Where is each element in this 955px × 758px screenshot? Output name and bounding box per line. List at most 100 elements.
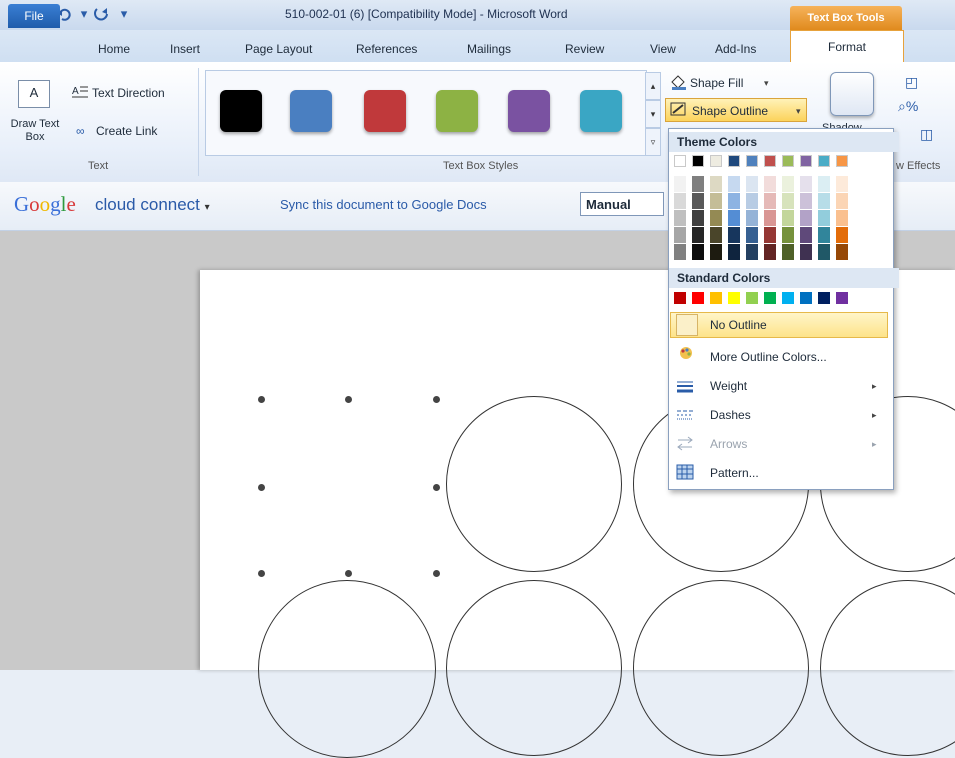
theme-color-shade-cell[interactable] (818, 210, 830, 226)
shadow-effects-button[interactable] (830, 72, 874, 116)
shape-fill-button[interactable]: Shape Fill (690, 76, 743, 90)
theme-color-shade-cell[interactable] (800, 210, 812, 226)
dot-marker[interactable] (433, 484, 440, 491)
tab-mailings[interactable]: Mailings (467, 42, 511, 56)
theme-color-shade-cell[interactable] (710, 176, 722, 192)
theme-color-shade-cell[interactable] (674, 193, 686, 209)
dot-marker[interactable] (258, 396, 265, 403)
theme-color-shade-cell[interactable] (710, 193, 722, 209)
theme-color-shade-cell[interactable] (800, 193, 812, 209)
theme-color-shade-cell[interactable] (764, 176, 776, 192)
dot-marker[interactable] (433, 570, 440, 577)
nudge-up-icon[interactable]: ◰ (905, 74, 918, 91)
theme-color-shade-cell[interactable] (728, 210, 740, 226)
tab-file[interactable]: File (8, 4, 60, 28)
theme-color-shade-cell[interactable] (710, 244, 722, 260)
standard-color-cell[interactable] (692, 292, 704, 304)
theme-color-shade-cell[interactable] (710, 210, 722, 226)
standard-color-cell[interactable] (764, 292, 776, 304)
theme-color-shade-cell[interactable] (764, 244, 776, 260)
theme-color-cell[interactable] (728, 155, 740, 167)
theme-color-shade-cell[interactable] (782, 227, 794, 243)
theme-color-shade-cell[interactable] (836, 210, 848, 226)
theme-color-shade-cell[interactable] (728, 176, 740, 192)
text-box-style-swatch[interactable] (436, 90, 478, 132)
redo-icon[interactable] (92, 4, 112, 24)
shape-fill-dropdown-icon[interactable]: ▾ (764, 78, 769, 89)
theme-color-shade-cell[interactable] (764, 227, 776, 243)
theme-color-shade-cell[interactable] (746, 244, 758, 260)
theme-color-cell[interactable] (782, 155, 794, 167)
theme-color-shade-cell[interactable] (782, 176, 794, 192)
theme-color-cell[interactable] (818, 155, 830, 167)
theme-color-shade-cell[interactable] (836, 227, 848, 243)
text-direction-button[interactable]: Text Direction (92, 86, 165, 100)
dashes-item[interactable] (670, 402, 888, 426)
circle-shape[interactable] (633, 580, 809, 756)
dot-marker[interactable] (345, 570, 352, 577)
dot-marker[interactable] (258, 570, 265, 577)
theme-color-shade-cell[interactable] (728, 193, 740, 209)
theme-color-shade-cell[interactable] (782, 210, 794, 226)
theme-color-shade-cell[interactable] (746, 210, 758, 226)
draw-text-box-button[interactable]: Draw Text Box (8, 118, 62, 144)
theme-color-shade-cell[interactable] (836, 244, 848, 260)
dot-marker[interactable] (345, 396, 352, 403)
tab-references[interactable]: References (356, 42, 417, 56)
draw-text-box-icon[interactable]: A (18, 80, 50, 108)
theme-color-shade-cell[interactable] (800, 227, 812, 243)
theme-color-shade-cell[interactable] (746, 193, 758, 209)
theme-color-shade-cell[interactable] (710, 227, 722, 243)
gallery-scroll-up[interactable]: ▴ (645, 72, 661, 100)
shape-outline-button[interactable]: Shape Outline (692, 104, 768, 118)
theme-color-shade-cell[interactable] (800, 244, 812, 260)
theme-color-shade-cell[interactable] (692, 244, 704, 260)
tab-insert[interactable]: Insert (170, 42, 200, 56)
circle-shape[interactable] (446, 580, 622, 756)
theme-color-shade-cell[interactable] (818, 227, 830, 243)
gallery-more[interactable]: ▿ (645, 128, 661, 156)
sync-document-link[interactable]: Sync this document to Google Docs (280, 197, 487, 212)
shape-outline-dropdown-icon[interactable]: ▾ (796, 106, 801, 117)
theme-color-shade-cell[interactable] (674, 176, 686, 192)
theme-color-shade-cell[interactable] (692, 176, 704, 192)
theme-color-shade-cell[interactable] (674, 210, 686, 226)
standard-color-cell[interactable] (728, 292, 740, 304)
theme-color-cell[interactable] (746, 155, 758, 167)
standard-color-cell[interactable] (818, 292, 830, 304)
circle-shape[interactable] (446, 396, 622, 572)
circle-shape[interactable] (258, 580, 436, 758)
standard-color-cell[interactable] (836, 292, 848, 304)
tab-page-layout[interactable]: Page Layout (245, 42, 312, 56)
text-box-style-swatch[interactable] (220, 90, 262, 132)
standard-color-cell[interactable] (746, 292, 758, 304)
theme-color-shade-cell[interactable] (782, 244, 794, 260)
change-shape-icon[interactable]: ⌕% (898, 98, 918, 115)
theme-color-shade-cell[interactable] (764, 210, 776, 226)
tab-view[interactable]: View (650, 42, 676, 56)
dot-marker[interactable] (433, 396, 440, 403)
theme-color-shade-cell[interactable] (836, 193, 848, 209)
sync-mode-select[interactable]: Manual (580, 192, 664, 216)
theme-color-cell[interactable] (674, 155, 686, 167)
text-box-style-swatch[interactable] (508, 90, 550, 132)
create-link-button[interactable]: Create Link (96, 124, 157, 138)
theme-color-shade-cell[interactable] (818, 176, 830, 192)
theme-color-shade-cell[interactable] (674, 227, 686, 243)
nudge-down-icon[interactable]: ◫ (920, 126, 933, 143)
theme-color-shade-cell[interactable] (692, 227, 704, 243)
standard-color-cell[interactable] (674, 292, 686, 304)
dot-marker[interactable] (258, 484, 265, 491)
theme-color-cell[interactable] (692, 155, 704, 167)
theme-color-cell[interactable] (710, 155, 722, 167)
tab-review[interactable]: Review (565, 42, 604, 56)
undo-dropdown-icon[interactable]: ▾ (74, 4, 94, 24)
customize-qat-icon[interactable]: ▾ (114, 4, 134, 24)
tab-home[interactable]: Home (98, 42, 130, 56)
theme-color-shade-cell[interactable] (692, 193, 704, 209)
theme-color-shade-cell[interactable] (746, 227, 758, 243)
standard-color-cell[interactable] (782, 292, 794, 304)
text-box-style-swatch[interactable] (580, 90, 622, 132)
theme-color-shade-cell[interactable] (728, 227, 740, 243)
theme-color-shade-cell[interactable] (818, 193, 830, 209)
